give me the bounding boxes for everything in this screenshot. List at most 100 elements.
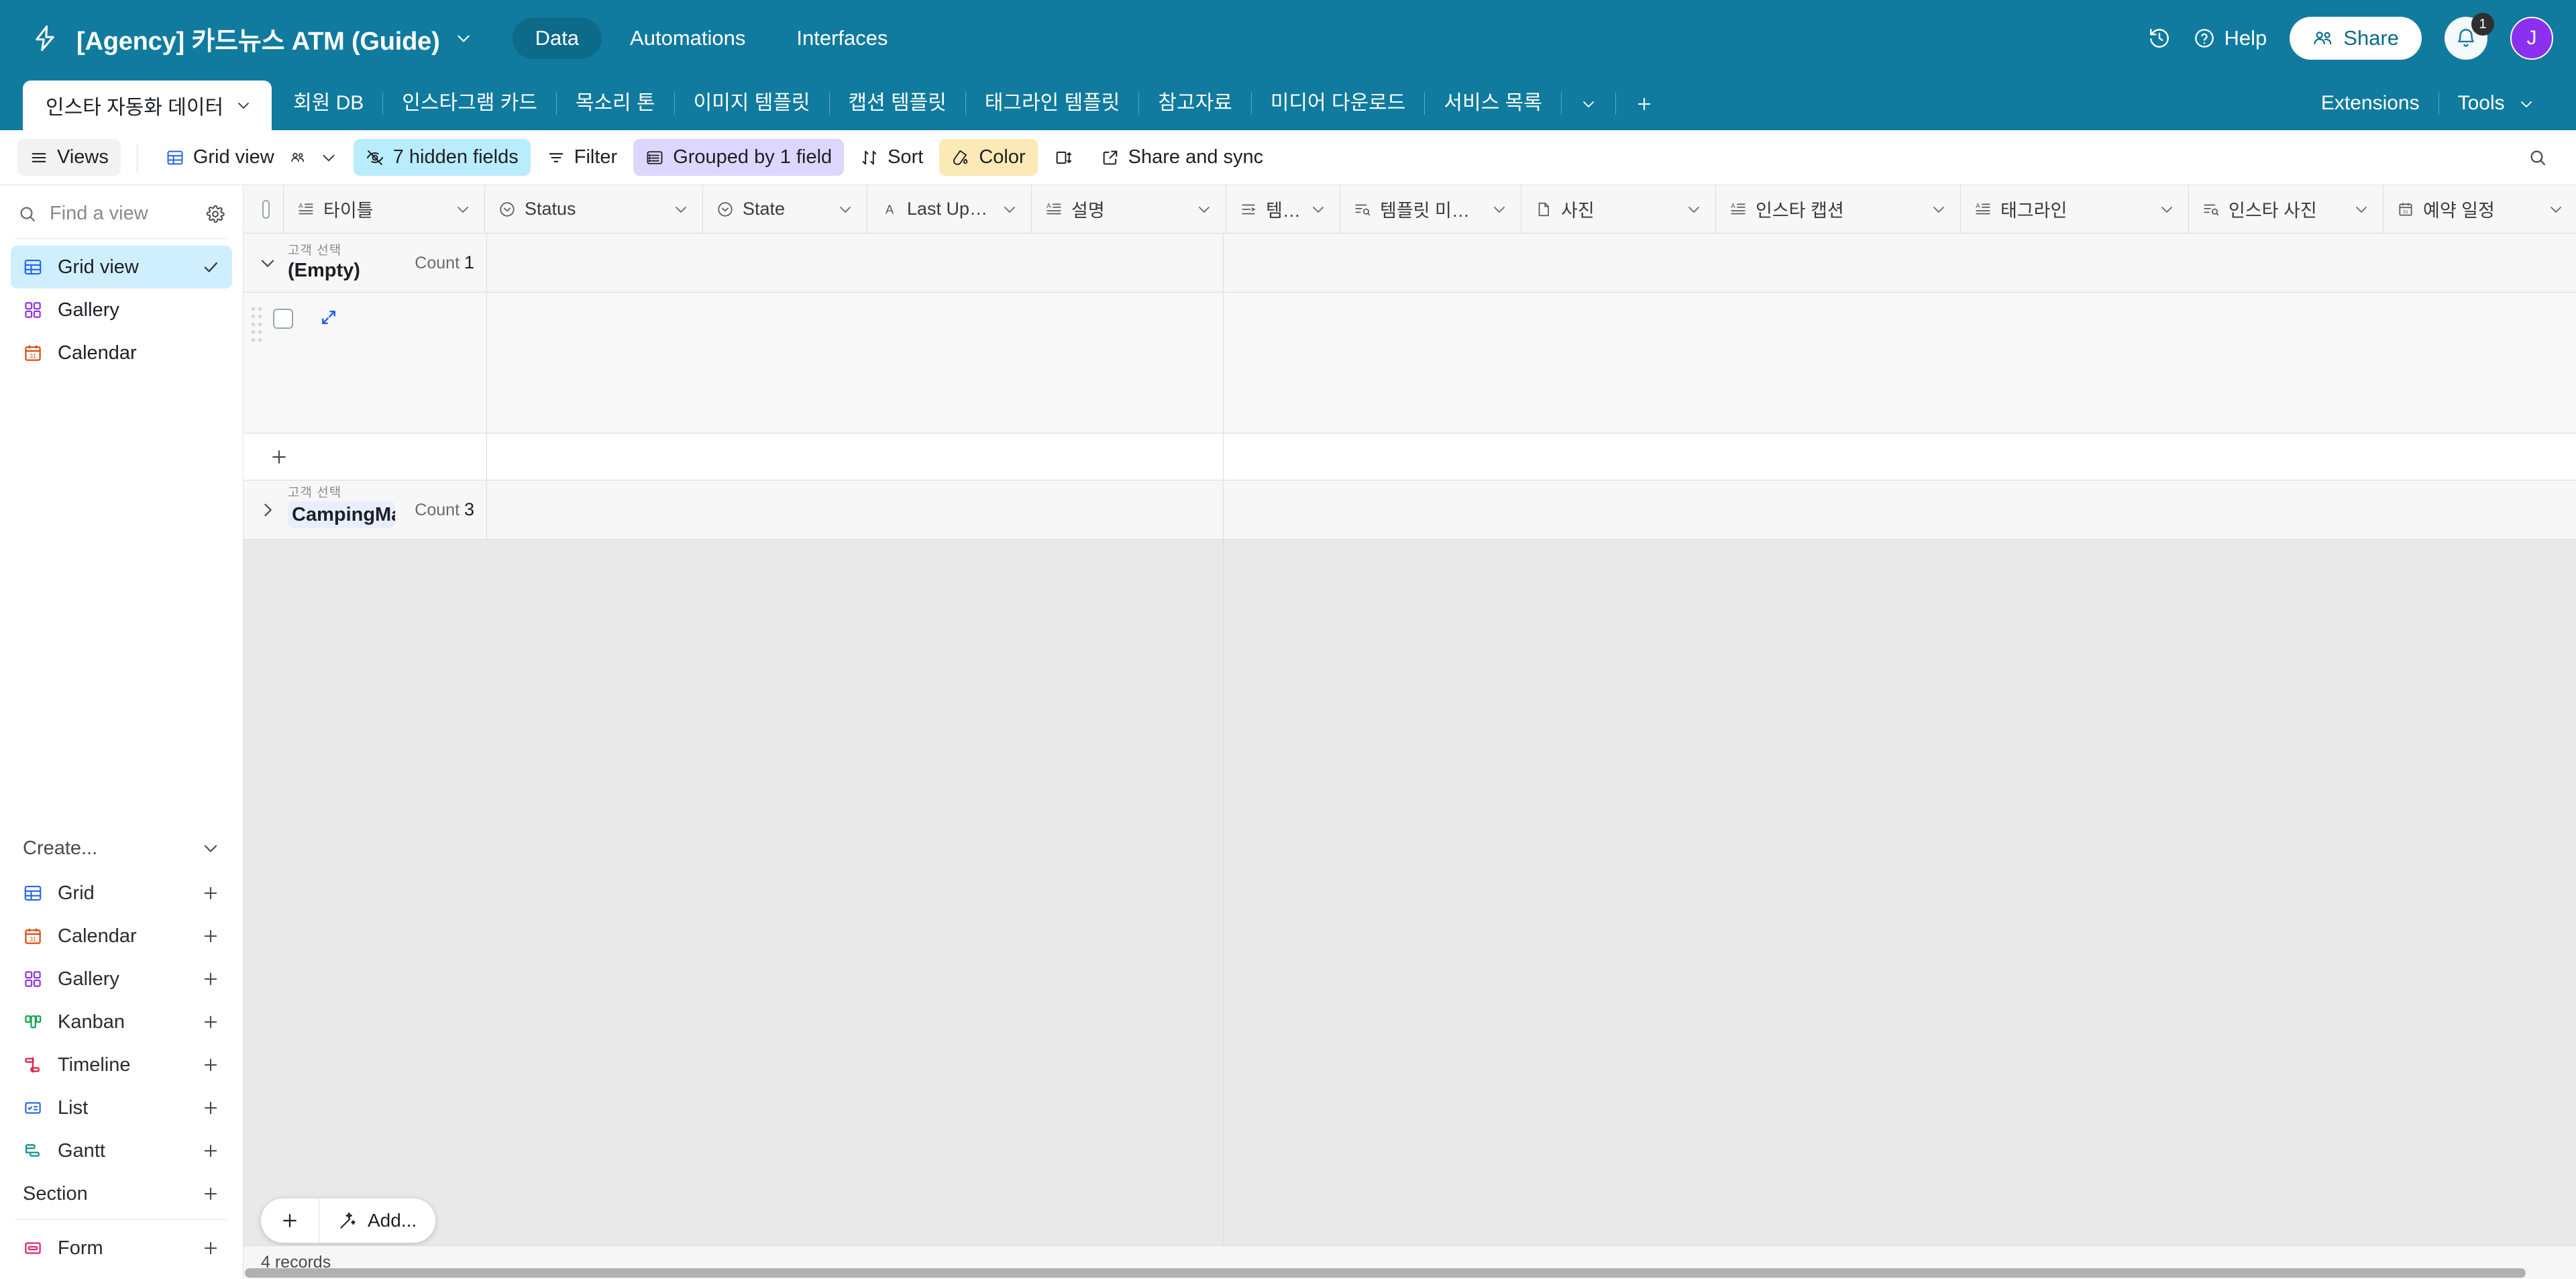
chevron-down-icon[interactable] bbox=[1491, 201, 1507, 217]
table-tab-2[interactable]: 목소리 톤 bbox=[557, 76, 674, 130]
nav-tab-data[interactable]: Data bbox=[512, 17, 602, 59]
group-header-row[interactable]: 고객 선택 CampingMall Count 3 bbox=[244, 480, 2576, 540]
horizontal-scrollbar-thumb[interactable] bbox=[245, 1268, 2526, 1278]
chevron-down-icon[interactable] bbox=[837, 201, 853, 217]
nav-tab-interfaces[interactable]: Interfaces bbox=[773, 17, 910, 59]
column-header-tagline[interactable]: A 태그라인 bbox=[1961, 185, 2189, 233]
chevron-down-icon[interactable] bbox=[1002, 201, 1018, 217]
column-header-status[interactable]: Status bbox=[485, 185, 703, 233]
help-button[interactable]: Help bbox=[2194, 26, 2267, 50]
lightning-icon[interactable] bbox=[31, 24, 59, 52]
plus-icon[interactable] bbox=[201, 1013, 220, 1031]
grid-body[interactable]: 고객 선택 (Empty) Count 1 고객 선택 CampingM Cou… bbox=[244, 234, 2576, 1279]
plus-icon[interactable] bbox=[201, 1239, 220, 1258]
create-kanban[interactable]: Kanban bbox=[11, 1001, 232, 1043]
chevron-down-icon[interactable] bbox=[2548, 201, 2564, 217]
table-tab-0[interactable]: 회원 DB bbox=[274, 76, 382, 130]
current-view-button[interactable]: Grid view bbox=[154, 139, 350, 176]
column-header-title[interactable]: A 타이틀 bbox=[284, 185, 485, 233]
chevron-down-icon[interactable] bbox=[235, 97, 252, 113]
plus-icon[interactable] bbox=[201, 927, 220, 945]
sidebar-view-calendar[interactable]: 31 Calendar bbox=[11, 331, 232, 374]
create-section[interactable]: Section bbox=[11, 1172, 232, 1215]
chevron-right-icon[interactable] bbox=[258, 501, 277, 519]
create-grid[interactable]: Grid bbox=[11, 872, 232, 915]
chevron-down-icon[interactable] bbox=[258, 254, 277, 272]
checkbox-icon[interactable] bbox=[262, 199, 270, 219]
chevron-down-icon[interactable] bbox=[455, 201, 471, 217]
share-button[interactable]: Share bbox=[2290, 17, 2422, 60]
chevron-down-icon[interactable] bbox=[1310, 201, 1326, 217]
table-tab-6[interactable]: 참고자료 bbox=[1139, 76, 1250, 130]
chevron-down-icon[interactable] bbox=[2353, 201, 2369, 217]
add-with-ai-button[interactable]: Add... bbox=[319, 1198, 435, 1243]
share-and-sync-button[interactable]: Share and sync bbox=[1089, 139, 1276, 176]
expand-record-icon[interactable] bbox=[319, 307, 339, 327]
tabs-overflow-button[interactable] bbox=[1562, 76, 1615, 130]
group-header-cell[interactable]: 고객 선택 (Empty) Count 1 bbox=[244, 234, 487, 292]
search-button[interactable] bbox=[2516, 140, 2560, 175]
group-header-row[interactable]: 고객 선택 (Empty) Count 1 bbox=[244, 234, 2576, 293]
column-header-template[interactable]: 템플릿 bbox=[1226, 185, 1340, 233]
sidebar-view-gallery[interactable]: Gallery bbox=[11, 289, 232, 331]
table-tab-active[interactable]: 인스타 자동화 데이터 bbox=[23, 81, 272, 130]
add-row-inline[interactable] bbox=[244, 433, 2576, 480]
add-record-button[interactable] bbox=[261, 1198, 319, 1243]
plus-icon[interactable] bbox=[201, 1098, 220, 1117]
row-height-button[interactable] bbox=[1042, 141, 1085, 174]
find-view-input[interactable] bbox=[50, 203, 193, 225]
horizontal-scrollbar[interactable] bbox=[244, 1267, 2576, 1279]
table-tab-7[interactable]: 미디어 다운로드 bbox=[1252, 76, 1425, 130]
plus-icon[interactable] bbox=[201, 884, 220, 903]
filter-button[interactable]: Filter bbox=[535, 139, 629, 176]
extensions-button[interactable]: Extensions bbox=[2302, 76, 2438, 130]
add-table-button[interactable] bbox=[1616, 76, 1672, 130]
chevron-down-icon[interactable] bbox=[673, 201, 689, 217]
plus-icon[interactable] bbox=[201, 1184, 220, 1203]
plus-icon[interactable] bbox=[201, 1141, 220, 1160]
chevron-down-icon[interactable] bbox=[2159, 201, 2175, 217]
notifications-button[interactable]: 1 bbox=[2445, 13, 2494, 60]
create-list[interactable]: List bbox=[11, 1086, 232, 1129]
sidebar-view-grid[interactable]: Grid view bbox=[11, 246, 232, 289]
table-row[interactable] bbox=[244, 293, 2576, 433]
group-header-cell[interactable]: 고객 선택 CampingMall Count 3 bbox=[244, 480, 487, 539]
base-title[interactable]: [Agency] 카드뉴스 ATM (Guide) bbox=[76, 20, 440, 57]
row-cells[interactable] bbox=[487, 293, 2576, 433]
select-all-cell[interactable] bbox=[244, 185, 284, 233]
column-header-state[interactable]: State bbox=[703, 185, 867, 233]
plus-icon[interactable] bbox=[201, 970, 220, 988]
row-checkbox[interactable] bbox=[273, 309, 293, 329]
tools-button[interactable]: Tools bbox=[2439, 76, 2553, 130]
chevron-down-icon[interactable] bbox=[1931, 201, 1947, 217]
nav-tab-automations[interactable]: Automations bbox=[607, 17, 768, 59]
column-header-insta-photo[interactable]: 인스타 사진 bbox=[2189, 185, 2383, 233]
column-header-last-updated[interactable]: A Last Updated bbox=[867, 185, 1032, 233]
row-controls[interactable] bbox=[244, 293, 487, 433]
avatar[interactable]: J bbox=[2510, 17, 2553, 60]
create-gallery[interactable]: Gallery bbox=[11, 958, 232, 1001]
table-tab-4[interactable]: 캡션 템플릿 bbox=[830, 76, 965, 130]
color-button[interactable]: Color bbox=[939, 139, 1038, 176]
table-tab-5[interactable]: 태그라인 템플릿 bbox=[966, 76, 1139, 130]
history-clock-icon[interactable] bbox=[2148, 27, 2171, 50]
table-tab-8[interactable]: 서비스 목록 bbox=[1425, 76, 1560, 130]
group-button[interactable]: Grouped by 1 field bbox=[633, 139, 845, 176]
table-tab-3[interactable]: 이미지 템플릿 bbox=[675, 76, 829, 130]
column-header-insta-caption[interactable]: A 인스타 캡션 bbox=[1716, 185, 1961, 233]
column-header-template-preview[interactable]: 템플릿 미리... bbox=[1340, 185, 1521, 233]
chevron-down-icon[interactable] bbox=[1196, 201, 1212, 217]
create-timeline[interactable]: Timeline bbox=[11, 1043, 232, 1086]
hidden-fields-button[interactable]: 7 hidden fields bbox=[353, 139, 531, 176]
add-record-fab[interactable]: Add... bbox=[261, 1198, 436, 1243]
sort-button[interactable]: Sort bbox=[848, 139, 935, 176]
column-header-schedule[interactable]: 31 예약 일정 bbox=[2383, 185, 2576, 233]
create-form[interactable]: Form bbox=[11, 1227, 232, 1270]
table-tab-1[interactable]: 인스타그램 카드 bbox=[383, 76, 556, 130]
column-header-description[interactable]: A 설명 bbox=[1032, 185, 1226, 233]
chevron-down-icon[interactable] bbox=[455, 30, 472, 47]
views-button[interactable]: Views bbox=[17, 139, 121, 176]
drag-handle-icon[interactable] bbox=[252, 307, 264, 344]
create-section-header[interactable]: Create... bbox=[11, 825, 232, 872]
chevron-down-icon[interactable] bbox=[1686, 201, 1702, 217]
